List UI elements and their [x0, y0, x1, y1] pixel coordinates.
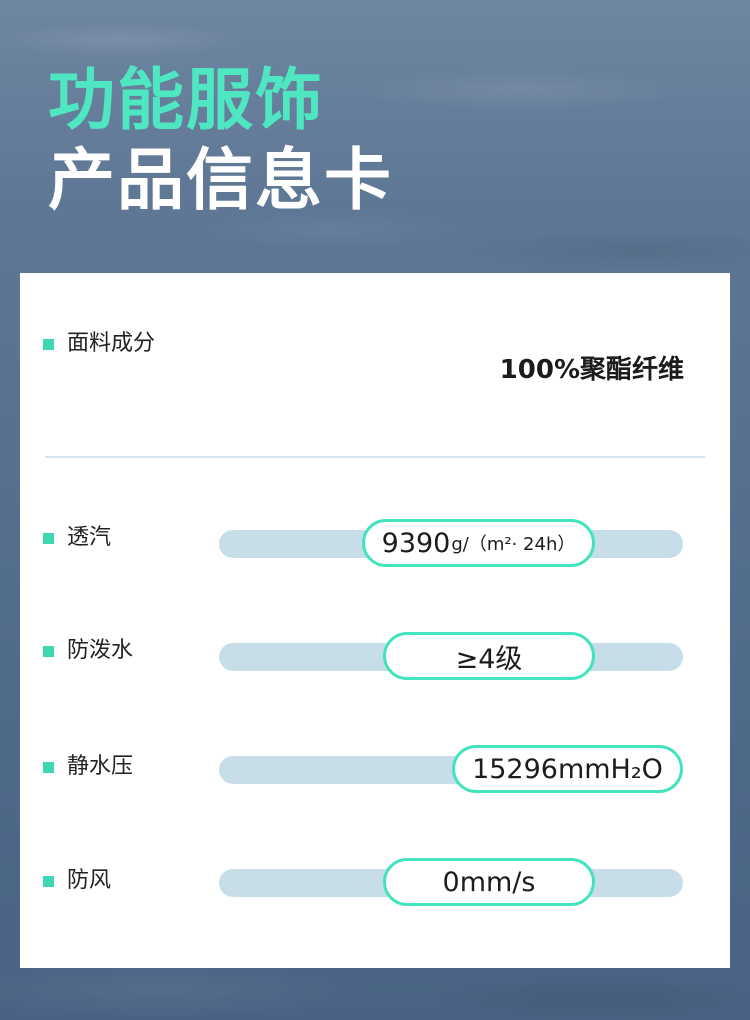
breathability-label: 透汽	[67, 525, 112, 550]
hydrostatic-pressure-value: 15296mmH₂O	[472, 753, 663, 785]
bullet-icon	[43, 646, 54, 657]
windproof-value: 0mm/s	[442, 866, 536, 898]
composition-value: 100%聚酯纤维	[499, 355, 684, 385]
water-repellency-value: ≥4级	[455, 643, 523, 675]
water-repellency-label: 防泼水	[67, 638, 134, 663]
composition-label: 面料成分	[67, 331, 156, 356]
breathability-value: 9390	[381, 527, 451, 559]
bullet-icon	[43, 762, 54, 773]
bullet-icon	[43, 533, 54, 544]
hydrostatic-pressure-label: 静水压	[67, 754, 134, 779]
divider	[45, 456, 705, 458]
windproof-label: 防风	[67, 868, 112, 893]
hydrostatic-pressure-value-pill: 15296mmH₂O	[452, 745, 683, 793]
title-line-1: 功能服饰	[48, 61, 324, 139]
breathability-value-pill: 9390 g/（m²· 24h）	[362, 519, 595, 567]
water-repellency-value-pill: ≥4级	[383, 632, 595, 680]
title-line-2: 产品信息卡	[48, 141, 393, 219]
breathability-unit: g/（m²· 24h）	[451, 534, 576, 555]
windproof-value-pill: 0mm/s	[383, 858, 595, 906]
info-card: 面料成分 100%聚酯纤维 透汽 9390 g/（m²· 24h） 防泼水 ≥4级…	[20, 273, 730, 968]
bullet-icon	[43, 876, 54, 887]
bullet-icon	[43, 339, 54, 350]
